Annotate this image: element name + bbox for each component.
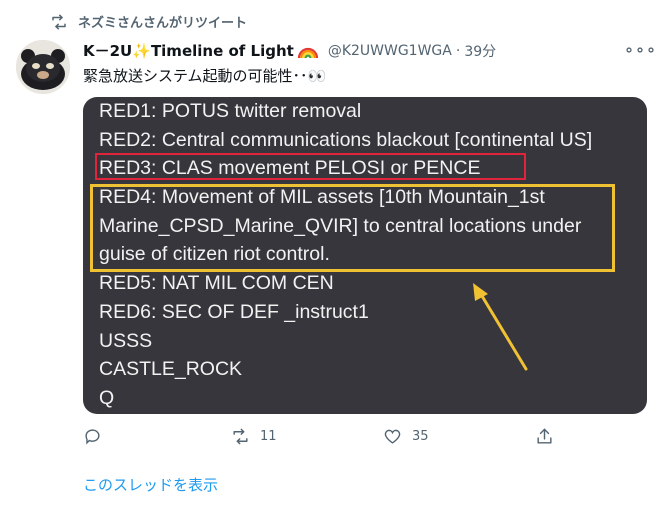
more-options-icon[interactable]: ∘∘∘: [624, 40, 657, 59]
reply-icon: [85, 429, 100, 445]
retweet-button[interactable]: 11: [231, 427, 277, 446]
separator-dot: ·: [455, 42, 461, 59]
retweet-label: ネズミさんさんがリツイート: [78, 16, 248, 31]
sparkles-icon: ✨: [132, 42, 151, 60]
show-thread-link[interactable]: このスレッドを表示: [83, 474, 218, 495]
author-name-suffix: Timeline of Light: [150, 42, 294, 60]
avatar[interactable]: [16, 40, 70, 94]
rainbow-icon: [297, 47, 318, 58]
share-button[interactable]: [535, 427, 554, 446]
tweet-timestamp[interactable]: 39分: [464, 41, 496, 61]
retweet-icon: [52, 14, 66, 29]
tweet-header: K－2U✨Timeline of Light @K2UWWG1WGA · 39分: [83, 40, 496, 61]
author-name-prefix: K－2U: [83, 42, 133, 60]
like-count: 35: [412, 429, 429, 444]
share-icon: [537, 428, 552, 444]
author-handle[interactable]: @K2UWWG1WGA: [328, 43, 452, 59]
like-button[interactable]: 35: [383, 427, 429, 446]
retweet-context[interactable]: ネズミさんさんがリツイート: [50, 12, 247, 31]
tweet-media-image[interactable]: RED1: POTUS twitter removal RED2: Centra…: [83, 97, 647, 414]
tweet-actions: 11 35: [83, 427, 563, 449]
tweet-text: 緊急放送システム起動の可能性･･👀: [83, 67, 327, 85]
heart-icon: [384, 429, 401, 444]
retweet-count: 11: [260, 429, 277, 444]
retweet-icon: [233, 428, 248, 445]
avatar-image: [16, 40, 70, 94]
reply-button[interactable]: [83, 427, 112, 446]
author-name[interactable]: K－2U✨Timeline of Light: [83, 40, 294, 61]
yellow-arrow-icon: [473, 283, 528, 371]
